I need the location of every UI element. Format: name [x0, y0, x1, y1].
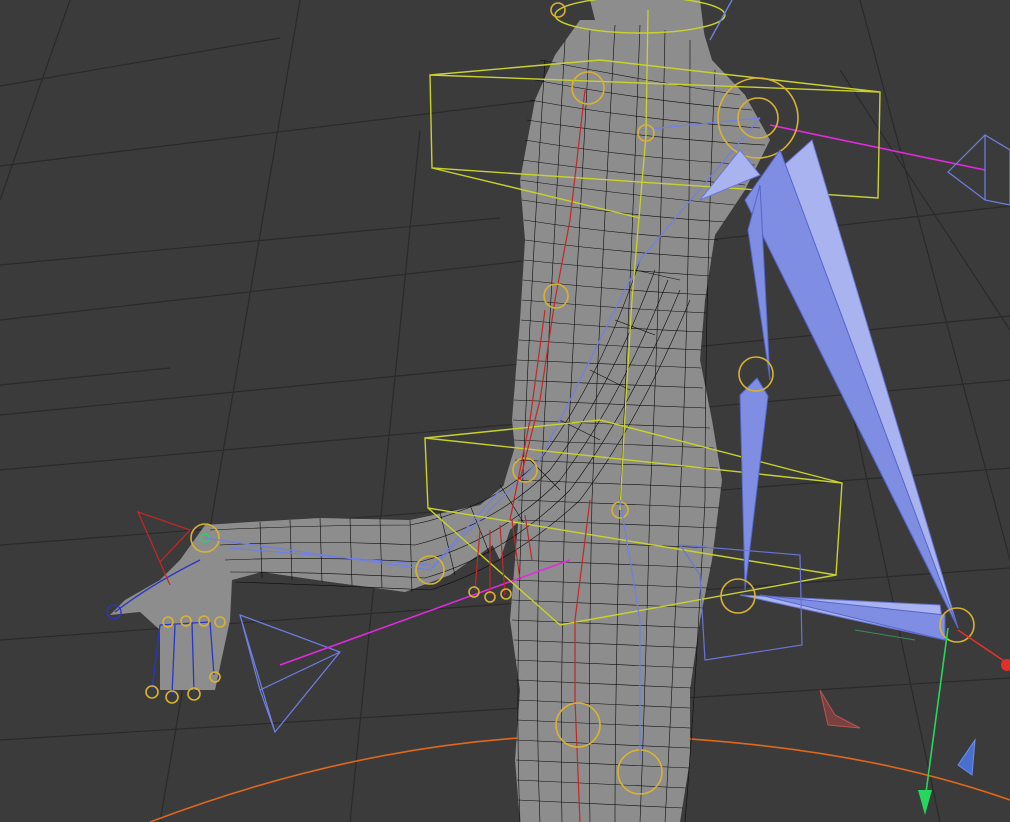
locator-icon — [819, 689, 861, 729]
camera-frustum-icon[interactable] — [947, 134, 1010, 206]
camera-frustum-icon[interactable] — [239, 614, 341, 734]
3d-viewport[interactable] — [0, 0, 1010, 822]
character-mesh[interactable] — [110, 0, 770, 822]
scene-canvas[interactable] — [0, 0, 1010, 822]
locator-icon — [957, 738, 976, 776]
xyz-axis-icon[interactable] — [918, 627, 1010, 815]
